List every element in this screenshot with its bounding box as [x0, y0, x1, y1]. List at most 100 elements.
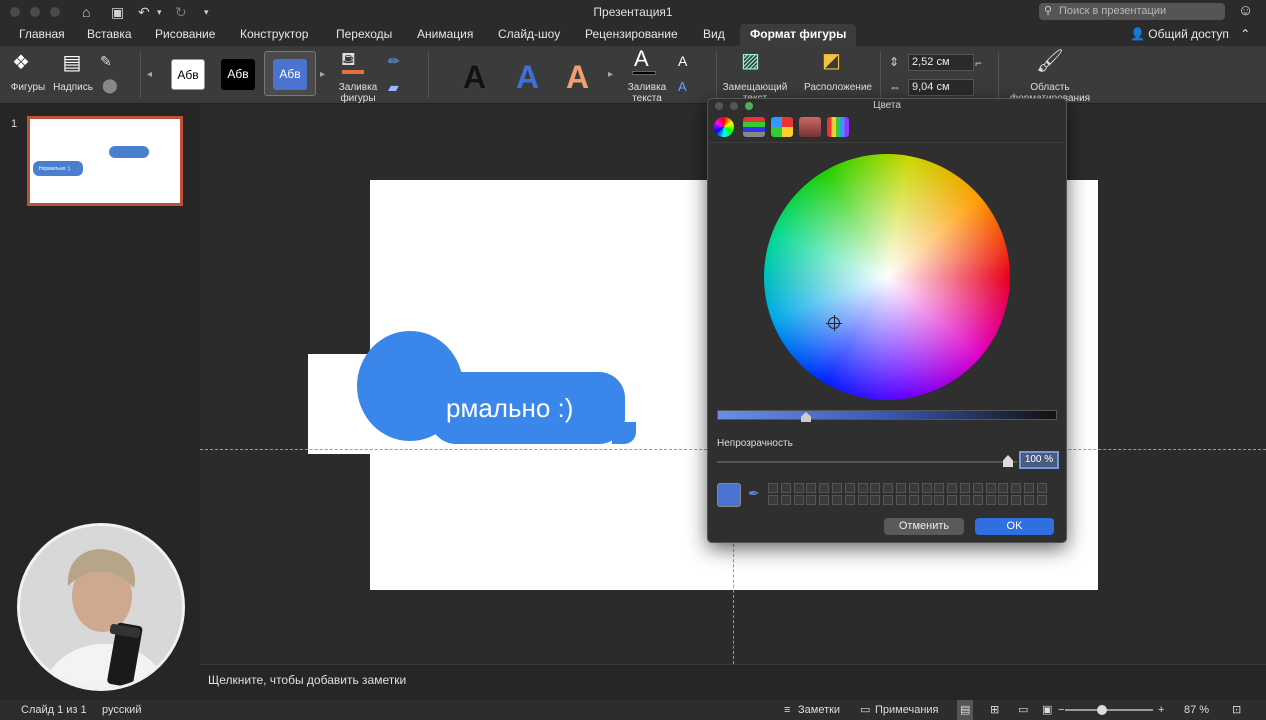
reading-view-icon[interactable]: ▭ [1018, 700, 1028, 720]
custom-swatch-slot[interactable] [870, 495, 881, 505]
custom-swatch-slot[interactable] [908, 483, 919, 493]
color-wheel-mode-icon[interactable] [714, 117, 734, 137]
style-preset-black[interactable]: Абв [221, 59, 255, 90]
opacity-slider[interactable] [717, 461, 1017, 463]
cancel-button[interactable]: Отменить [884, 518, 964, 535]
custom-swatch-slot[interactable] [1011, 483, 1022, 493]
custom-swatch-slot[interactable] [883, 483, 894, 493]
custom-swatch-slot[interactable] [908, 495, 919, 505]
feedback-smiley-icon[interactable]: ☺ [1238, 2, 1253, 19]
custom-swatch-slot[interactable] [972, 495, 983, 505]
tab-insert[interactable]: Вставка [87, 24, 132, 46]
current-color-swatch[interactable] [717, 483, 741, 507]
opacity-slider-knob[interactable] [1003, 455, 1013, 467]
slideshow-view-icon[interactable]: ▣ [1042, 700, 1052, 720]
slide-sorter-icon[interactable]: ⊞ [990, 700, 999, 720]
custom-swatch-slot[interactable] [1024, 495, 1034, 505]
color-wheel-crosshair[interactable] [826, 315, 842, 331]
custom-swatch-slot[interactable] [857, 483, 868, 493]
tab-draw[interactable]: Рисование [155, 24, 215, 46]
tab-slideshow[interactable]: Слайд-шоу [498, 24, 560, 46]
color-wheel[interactable] [764, 154, 1010, 400]
merge-shapes-icon[interactable]: ⬤ [102, 74, 118, 96]
custom-swatch-slot[interactable] [793, 495, 804, 505]
custom-swatch-slot[interactable] [806, 483, 817, 493]
custom-swatch-slot[interactable] [998, 483, 1009, 493]
styles-scroll-right-icon[interactable]: ▸ [320, 64, 325, 86]
custom-swatch-slot[interactable] [896, 495, 906, 505]
custom-swatch-slot[interactable] [768, 495, 778, 505]
custom-swatch-slot[interactable] [947, 495, 958, 505]
wordart-orange[interactable]: A [566, 60, 589, 94]
custom-swatch-slot[interactable] [870, 483, 881, 493]
image-palettes-mode-icon[interactable] [799, 117, 821, 137]
format-pane-brush-icon[interactable]: 🖌 [1036, 50, 1064, 72]
tab-animations[interactable]: Анимация [417, 24, 473, 46]
normal-view-icon[interactable]: ▤ [957, 700, 974, 720]
comments-icon[interactable]: ▭ [860, 700, 870, 720]
eyedropper-icon[interactable]: ✒ [748, 485, 760, 502]
custom-swatch-slot[interactable] [806, 495, 817, 505]
custom-swatch-slot[interactable] [960, 483, 970, 493]
notes-placeholder[interactable]: Щелкните, чтобы добавить заметки [208, 673, 406, 687]
style-preset-blue[interactable]: Абв [273, 59, 307, 90]
custom-swatch-slot[interactable] [844, 495, 855, 505]
share-button[interactable]: 👤 Общий доступ ⌃ [1130, 25, 1250, 43]
custom-swatch-slot[interactable] [921, 495, 932, 505]
custom-swatch-slot[interactable] [960, 495, 970, 505]
custom-swatch-slot[interactable] [921, 483, 932, 493]
zoom-level[interactable]: 87 % [1184, 700, 1209, 720]
wordart-black[interactable]: A [463, 60, 486, 94]
tab-transitions[interactable]: Переходы [336, 24, 392, 46]
zoom-out-icon[interactable]: − [1058, 700, 1064, 720]
search-input[interactable]: ⚲ Поиск в презентации [1039, 3, 1225, 20]
color-palettes-mode-icon[interactable] [771, 117, 793, 137]
text-fill-icon[interactable]: A [634, 48, 649, 70]
pencils-mode-icon[interactable] [827, 117, 849, 137]
tab-design[interactable]: Конструктор [240, 24, 308, 46]
custom-swatch-slot[interactable] [857, 495, 868, 505]
custom-swatch-slot[interactable] [934, 495, 945, 505]
notes-toggle[interactable]: Заметки [798, 700, 840, 720]
custom-swatch-slot[interactable] [896, 483, 906, 493]
custom-swatch-slot[interactable] [1011, 495, 1022, 505]
custom-swatch-slot[interactable] [780, 495, 791, 505]
custom-swatch-slot[interactable] [1024, 483, 1034, 493]
speech-bubble-text[interactable]: рмально :) [446, 388, 573, 428]
shape-effects-icon[interactable]: ▰ [388, 76, 399, 98]
custom-swatch-slot[interactable] [998, 495, 1009, 505]
tab-view[interactable]: Вид [703, 24, 725, 46]
textbox-icon[interactable]: ▤ [60, 52, 84, 74]
ok-button[interactable]: OK [975, 518, 1054, 535]
custom-swatch-slot[interactable] [1036, 495, 1047, 505]
shape-fill-label[interactable]: Заливка фигуры [334, 82, 382, 104]
zoom-slider[interactable] [1065, 709, 1153, 711]
custom-swatch-slot[interactable] [844, 483, 855, 493]
text-fill-label[interactable]: Заливка текста [624, 82, 670, 104]
alt-text-icon[interactable]: ▨ [741, 50, 760, 72]
custom-swatch-slot[interactable] [832, 483, 842, 493]
color-sliders-mode-icon[interactable] [743, 117, 765, 137]
custom-swatch-slot[interactable] [883, 495, 894, 505]
tab-home[interactable]: Главная [19, 24, 65, 46]
custom-swatch-slot[interactable] [985, 483, 996, 493]
text-effects-icon[interactable]: A [678, 76, 687, 98]
opacity-input[interactable]: 100 % [1019, 451, 1059, 469]
tab-review[interactable]: Рецензирование [585, 24, 678, 46]
paint-bucket-icon[interactable]: ⛾ [341, 48, 356, 70]
custom-swatch-slot[interactable] [832, 495, 842, 505]
size-corner-icon[interactable]: ⌐ [975, 52, 982, 74]
height-input[interactable]: 2,52 см [908, 54, 974, 71]
shape-outline-icon[interactable]: ✏ [388, 50, 400, 72]
text-outline-icon[interactable]: A [678, 50, 687, 72]
custom-swatch-slot[interactable] [947, 483, 958, 493]
arrange-label[interactable]: Расположение [800, 82, 876, 93]
styles-scroll-left-icon[interactable]: ◂ [147, 64, 152, 86]
shapes-label[interactable]: Фигуры [8, 82, 48, 93]
custom-swatch-slot[interactable] [780, 483, 791, 493]
notes-toggle-icon[interactable]: ≡ [784, 700, 790, 720]
wordart-blue[interactable]: A [516, 60, 539, 94]
arrange-icon[interactable]: ◩ [822, 50, 841, 72]
tab-shape-format[interactable]: Формат фигуры [740, 24, 857, 46]
zoom-in-icon[interactable]: + [1158, 700, 1164, 720]
